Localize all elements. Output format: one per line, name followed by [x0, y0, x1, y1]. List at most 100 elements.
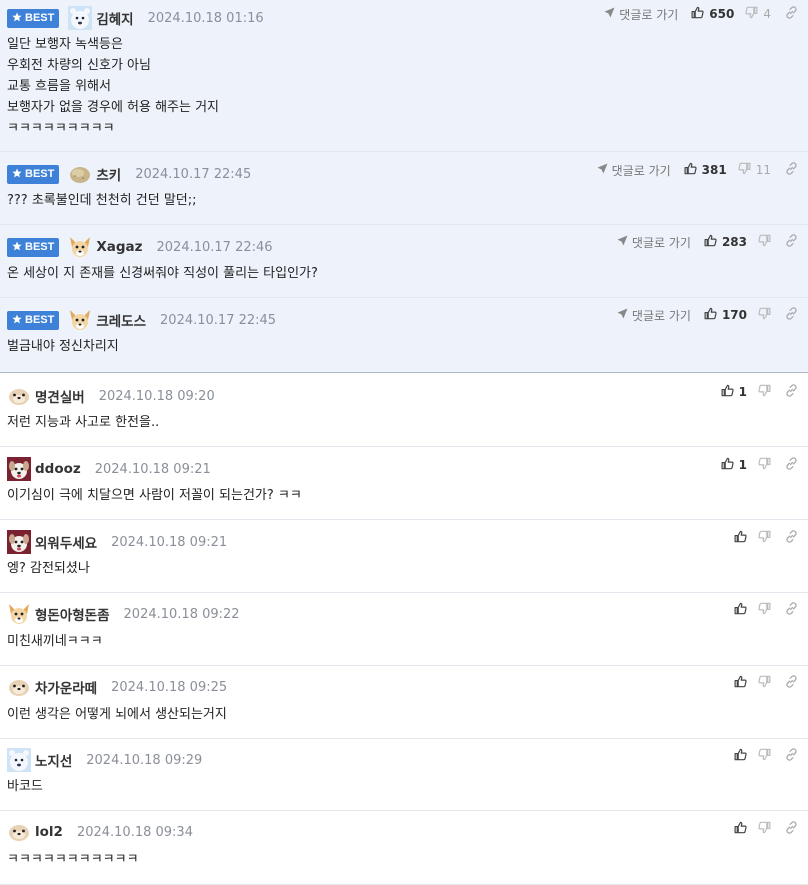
comment-actions	[734, 746, 798, 766]
copy-link-button[interactable]	[785, 234, 798, 250]
copy-link-button[interactable]	[785, 748, 798, 764]
author-name[interactable]: Xagaz	[96, 239, 142, 255]
go-to-reply-link[interactable]: 댓글로 가기	[617, 234, 691, 251]
link-icon	[785, 457, 798, 473]
chihuahua-avatar[interactable]	[7, 602, 31, 626]
author-name[interactable]: 차가운라떼	[35, 677, 97, 697]
seal-avatar[interactable]	[7, 820, 31, 844]
comment-list: BEST 김혜지 2024.10.18 01:16 일단 보행자 녹색등은 우회전 차…	[0, 0, 808, 885]
thumbs-up-icon	[734, 821, 747, 837]
copy-link-button[interactable]	[785, 457, 798, 473]
chihuahua-avatar[interactable]	[68, 308, 92, 332]
comment-date: 2024.10.18 09:22	[123, 606, 240, 622]
comment-actions: 댓글로 가기 283	[617, 232, 798, 252]
dislike-button[interactable]	[758, 675, 771, 691]
thumbs-down-icon	[758, 821, 771, 837]
like-button[interactable]	[734, 675, 747, 691]
like-button[interactable]	[734, 821, 747, 837]
comment-header: 형돈아형돈좀 2024.10.18 09:22	[7, 601, 240, 627]
comment-header: 외워두세요 2024.10.18 09:21	[7, 529, 227, 555]
comment-date: 2024.10.18 09:21	[94, 461, 211, 477]
like-button[interactable]: 1	[721, 457, 747, 473]
comment-header: ddooz 2024.10.18 09:21	[7, 456, 211, 482]
like-button[interactable]: 1	[721, 384, 747, 400]
dislike-button[interactable]	[758, 530, 771, 546]
author-name[interactable]: 김혜지	[96, 8, 133, 28]
go-to-reply-link[interactable]: 댓글로 가기	[617, 307, 691, 324]
thumbs-up-icon	[721, 457, 734, 473]
chihuahua-avatar[interactable]	[68, 235, 92, 259]
comment-text: 이런 생각은 어떻게 뇌에서 생산되는거지	[7, 707, 227, 722]
like-button[interactable]	[734, 748, 747, 764]
comment-date: 2024.10.18 09:34	[76, 824, 193, 840]
seal-avatar[interactable]	[7, 384, 31, 408]
comment: 외워두세요 2024.10.18 09:21 엥? 감전되셨나	[0, 520, 808, 593]
like-button[interactable]	[734, 602, 747, 618]
like-count: 283	[721, 235, 747, 249]
link-icon	[785, 821, 798, 837]
author-name[interactable]: 형돈아형돈좀	[35, 604, 110, 624]
dog-avatar[interactable]	[7, 530, 31, 554]
link-icon	[785, 307, 798, 323]
comment: lol2 2024.10.18 09:34 ㅋㅋㅋㅋㅋㅋㅋㅋㅋㅋㅋ	[0, 811, 808, 885]
thumbs-down-icon	[758, 675, 771, 691]
thumbs-up-icon	[734, 602, 747, 618]
dislike-button[interactable]	[758, 234, 771, 250]
comment-date: 2024.10.18 09:25	[111, 679, 228, 695]
like-count: 381	[701, 163, 727, 177]
author-name[interactable]: lol2	[35, 824, 63, 840]
thumbs-down-icon	[758, 234, 771, 250]
like-button[interactable]: 381	[684, 162, 727, 178]
like-button[interactable]: 650	[691, 6, 734, 22]
comment-actions: 댓글로 가기 650 4	[604, 4, 798, 24]
copy-link-button[interactable]	[785, 162, 798, 178]
thumbs-down-icon	[738, 162, 751, 178]
dislike-button[interactable]	[758, 748, 771, 764]
like-button[interactable]: 170	[704, 307, 747, 323]
comment-text: 미친새끼네ㅋㅋㅋ	[7, 634, 103, 649]
comment-actions: 1	[721, 382, 798, 402]
like-button[interactable]	[734, 530, 747, 546]
author-name[interactable]: ddooz	[35, 461, 81, 477]
copy-link-button[interactable]	[785, 821, 798, 837]
comment: 차가운라떼 2024.10.18 09:25 이런 생각은 어떻게 뇌에서 생산되는…	[0, 666, 808, 739]
go-to-reply-link[interactable]: 댓글로 가기	[597, 162, 671, 179]
author-name[interactable]: 크레도스	[96, 310, 146, 330]
comment-text: ㅋㅋㅋㅋㅋㅋㅋㅋㅋㅋㅋ	[7, 852, 139, 867]
link-icon	[785, 162, 798, 178]
copy-link-button[interactable]	[785, 530, 798, 546]
comment-actions: 1	[721, 455, 798, 475]
send-arrow-icon	[604, 7, 619, 21]
polar-bear-avatar[interactable]	[7, 748, 31, 772]
dislike-button[interactable]	[758, 457, 771, 473]
like-count: 170	[721, 308, 747, 322]
dog-avatar[interactable]	[7, 457, 31, 481]
potato-avatar[interactable]	[68, 162, 92, 186]
copy-link-button[interactable]	[785, 6, 798, 22]
dislike-button[interactable]: 11	[738, 162, 771, 178]
author-name[interactable]: 노지선	[35, 750, 72, 770]
comment-text: 벌금내야 정신차리지	[7, 339, 119, 354]
like-button[interactable]: 283	[704, 234, 747, 250]
copy-link-button[interactable]	[785, 675, 798, 691]
comment-date: 2024.10.17 22:45	[135, 166, 252, 182]
comment-date: 2024.10.17 22:46	[156, 239, 273, 255]
copy-link-button[interactable]	[785, 384, 798, 400]
dislike-button[interactable]	[758, 307, 771, 323]
author-name[interactable]: 츠키	[96, 164, 121, 184]
go-to-reply-link[interactable]: 댓글로 가기	[604, 6, 678, 23]
dislike-button[interactable]	[758, 602, 771, 618]
comment-header: BEST 츠키 2024.10.17 22:45	[7, 161, 251, 187]
star-icon	[12, 314, 22, 327]
dislike-button[interactable]: 4	[745, 6, 771, 22]
thumbs-up-icon	[691, 6, 704, 22]
dislike-button[interactable]	[758, 821, 771, 837]
author-name[interactable]: 명견실버	[35, 386, 85, 406]
copy-link-button[interactable]	[785, 602, 798, 618]
polar-bear-avatar[interactable]	[68, 6, 93, 30]
dislike-button[interactable]	[758, 384, 771, 400]
author-name[interactable]: 외워두세요	[35, 532, 97, 552]
star-icon	[12, 168, 22, 181]
seal-avatar[interactable]	[7, 675, 31, 699]
copy-link-button[interactable]	[785, 307, 798, 323]
